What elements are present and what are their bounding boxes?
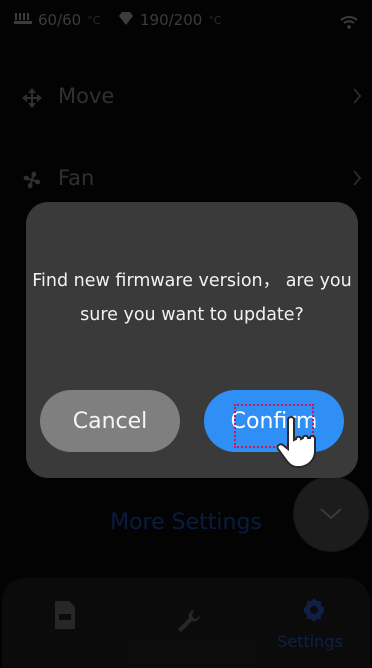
- dialog-message: Find new firmware version， are you sure …: [32, 271, 352, 325]
- tap-hand-icon: [274, 414, 330, 476]
- cancel-button[interactable]: Cancel: [40, 390, 180, 452]
